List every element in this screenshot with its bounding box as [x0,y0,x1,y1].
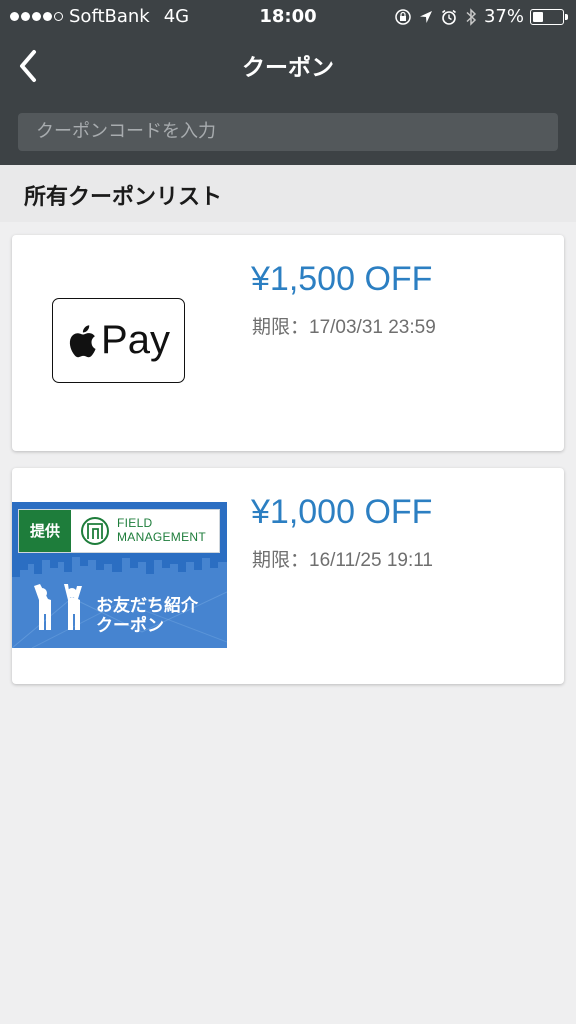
apple-pay-logo: Pay [52,298,185,383]
coupon-card[interactable]: 提供 FIELD MANAGEMENT お友だち紹介 クーポン ¥1,000 O… [12,468,564,684]
battery-icon [530,8,568,25]
banner-caption: お友だち紹介 クーポン [96,596,198,636]
sponsor-label: 提供 [19,510,71,552]
section-title: 所有クーポンリスト [24,185,223,210]
coupon-deadline: 期限：17/03/31 23:59 [252,317,436,338]
apple-pay-logo-text: Pay [101,318,170,362]
status-right: 37% [394,6,568,27]
battery-percent: 37% [483,6,524,27]
location-arrow-icon [419,10,432,23]
sponsor-badge: 提供 FIELD MANAGEMENT [18,509,220,553]
brand-name: FIELD MANAGEMENT [117,516,207,544]
header: SoftBank 4G 18:00 37% クーポン クーポンコードを入力 [0,0,576,165]
coupon-card[interactable]: Pay ¥1,500 OFF 期限：17/03/31 23:59 [12,235,564,451]
section-header: 所有クーポンリスト [0,165,576,222]
battery-level [533,11,543,22]
alarm-icon [441,9,456,25]
status-bar: SoftBank 4G 18:00 37% [0,0,576,34]
field-management-logo-icon [81,517,109,545]
apple-icon [69,324,96,357]
navigation-bar: クーポン [0,34,576,96]
bluetooth-icon [466,7,477,26]
coupon-deadline: 期限：16/11/25 19:11 [252,550,433,571]
orientation-lock-icon [395,8,411,25]
page-title: クーポン [242,55,334,81]
coupon-code-input[interactable]: クーポンコードを入力 [18,113,558,151]
coupon-amount: ¥1,500 OFF [251,260,433,298]
field-management-banner: 提供 FIELD MANAGEMENT お友だち紹介 クーポン [12,502,227,648]
coupon-amount: ¥1,000 OFF [251,493,433,531]
